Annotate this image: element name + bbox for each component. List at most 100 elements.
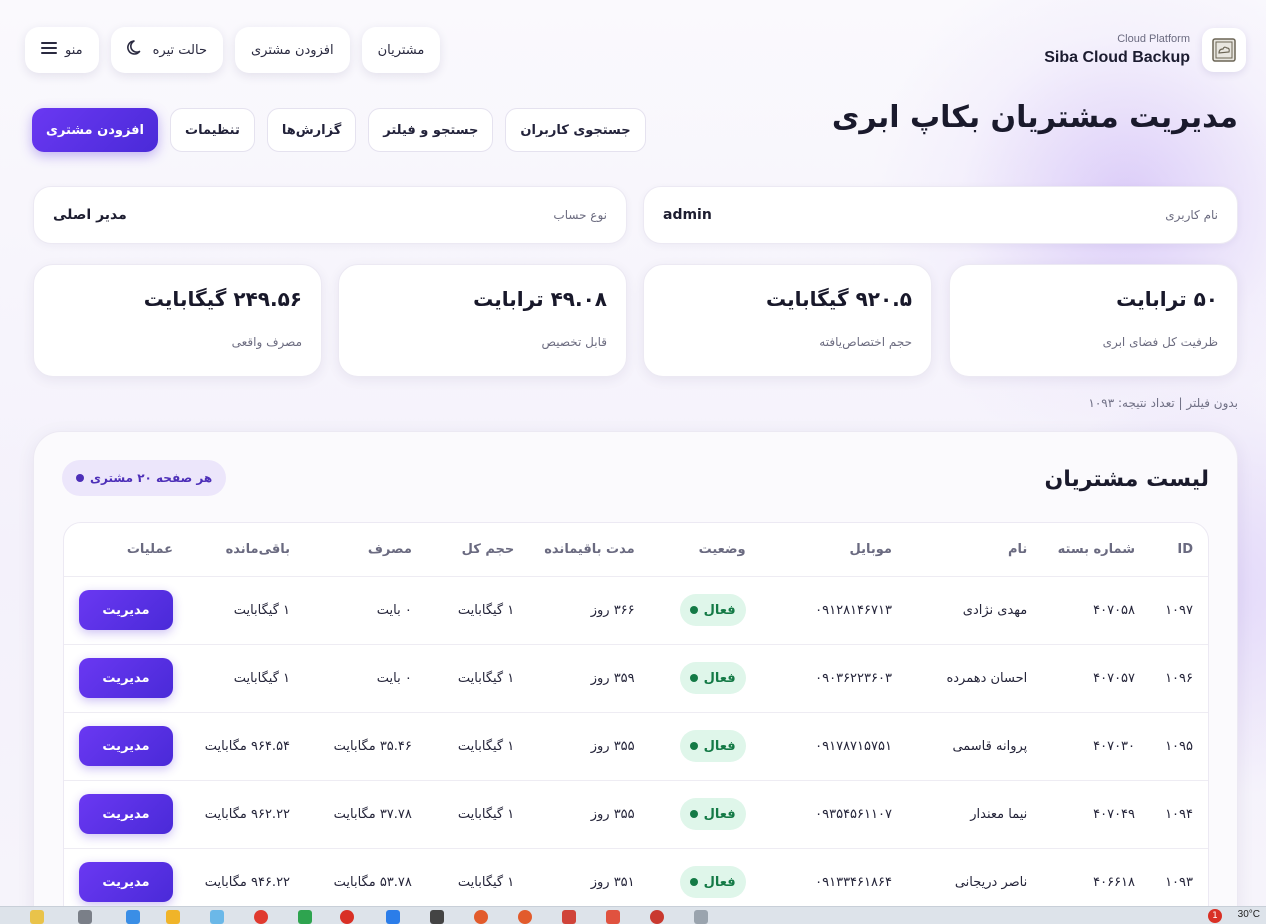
column-header-total: حجم کل	[426, 523, 530, 577]
cell-mobile: ۰۹۰۳۶۲۲۳۶۰۳	[760, 644, 907, 713]
status-badge: فعال	[679, 798, 746, 830]
cell-package: ۴۰۷۰۵۷	[1042, 644, 1151, 713]
brand: Cloud Platform Siba Cloud Backup	[1044, 28, 1246, 72]
page-title: مدیریت مشتریان بکاپ ابری	[831, 100, 1238, 135]
per-page-badge[interactable]: هر صفحه ۲۰ مشتری	[62, 460, 227, 496]
nav-add-customer-label: افزودن مشتری	[251, 42, 334, 58]
mail-icon[interactable]	[694, 910, 708, 924]
manage-button[interactable]: مدیریت	[79, 658, 173, 698]
dot-icon	[76, 474, 84, 482]
manage-button[interactable]: مدیریت	[79, 590, 173, 630]
menu-icon	[41, 42, 57, 58]
cell-total: ۱ گیگابایت	[426, 780, 530, 849]
stat-value: ۵۰ ترابایت	[1116, 287, 1218, 311]
taskbar-app-icon[interactable]	[298, 910, 312, 924]
username-label: نام کاربری	[1165, 208, 1218, 222]
manage-button[interactable]: مدیریت	[79, 862, 173, 902]
cell-actions: مدیریت	[64, 644, 188, 713]
cell-actions: مدیریت	[64, 780, 188, 849]
cell-left: ۹۶۴.۵۴ مگابایت	[188, 712, 306, 781]
stat-label: ظرفیت کل فضای ابری	[1102, 335, 1218, 349]
top-nav: منو حالت تیره افزودن مشتری مشتریان	[25, 27, 441, 73]
account-type-card: نوع حساب مدیر اصلی	[33, 186, 627, 244]
taskbar-app-icon[interactable]	[254, 910, 268, 924]
cell-mobile: ۰۹۱۲۸۱۴۶۷۱۳	[760, 576, 907, 645]
taskbar-app-icon[interactable]	[210, 910, 224, 924]
status-text: فعال	[703, 738, 736, 754]
search-users-button[interactable]: جستجوی کاربران	[505, 108, 646, 152]
os-taskbar: 1 30°C	[0, 906, 1266, 924]
cloud-box-icon	[1202, 28, 1246, 72]
cell-package: ۴۰۷۰۴۹	[1042, 780, 1151, 849]
cell-used: ۳۷.۷۸ مگابایت	[305, 780, 427, 849]
stat-label: حجم اختصاص‌یافته	[819, 335, 912, 349]
cell-package: ۴۰۷۰۵۸	[1042, 576, 1151, 645]
search-filter-button[interactable]: جستجو و فیلتر	[368, 108, 494, 152]
page: Cloud Platform Siba Cloud Backup منو حال…	[0, 0, 1266, 924]
cell-used: ۳۵.۴۶ مگابایت	[305, 712, 427, 781]
add-customer-button[interactable]: افزودن مشتری	[32, 108, 159, 152]
cell-mobile: ۰۹۳۵۴۵۶۱۱۰۷	[760, 780, 907, 849]
cell-total: ۱ گیگابایت	[426, 644, 530, 713]
column-header-status: وضعیت	[649, 523, 761, 577]
taskbar-app-icon[interactable]	[474, 910, 488, 924]
manage-button[interactable]: مدیریت	[79, 726, 173, 766]
menu-label: منو	[65, 42, 83, 58]
status-text: فعال	[703, 806, 736, 822]
menu-button[interactable]: منو	[25, 27, 99, 73]
table-row: ۱۰۹۶ ۴۰۷۰۵۷ احسان دهمرده ۰۹۰۳۶۲۲۳۶۰۳ فعا…	[64, 644, 1208, 713]
nav-customers[interactable]: مشتریان	[361, 27, 441, 73]
chrome-icon[interactable]	[340, 910, 354, 924]
table-row: ۱۰۹۷ ۴۰۷۰۵۸ مهدی نژادی ۰۹۱۲۸۱۴۶۷۱۳ فعال …	[64, 576, 1208, 645]
cell-remaining-days: ۳۵۵ روز	[529, 712, 650, 781]
brand-subtitle: Cloud Platform	[1117, 33, 1190, 45]
list-title: لیست مشتریان	[1044, 467, 1209, 492]
account-type-label: نوع حساب	[553, 208, 607, 222]
per-page-label: هر صفحه ۲۰ مشتری	[90, 471, 213, 485]
cell-status: فعال	[649, 780, 761, 849]
taskbar-app-icon[interactable]	[518, 910, 532, 924]
cell-used: ۰ بایت	[305, 644, 427, 713]
notification-badge[interactable]: 1	[1208, 909, 1222, 923]
status-dot-icon	[689, 742, 698, 750]
taskbar-app-icon[interactable]	[562, 910, 576, 924]
action-bar: افزودن مشتری تنظیمات گزارش‌ها جستجو و فی…	[32, 108, 646, 152]
cell-remaining-days: ۳۵۹ روز	[529, 644, 650, 713]
status-badge: فعال	[679, 866, 746, 898]
manage-button[interactable]: مدیریت	[79, 794, 173, 834]
cell-name: نیما معندار	[906, 780, 1043, 849]
cell-name: احسان دهمرده	[906, 644, 1043, 713]
dark-mode-toggle[interactable]: حالت تیره	[110, 27, 223, 73]
cell-left: ۱ گیگابایت	[188, 644, 306, 713]
taskbar-app-icon[interactable]	[606, 910, 620, 924]
column-header-package: شماره بسته	[1042, 523, 1151, 577]
cell-remaining-days: ۳۵۵ روز	[529, 780, 650, 849]
column-header-remaining-days: مدت باقیمانده	[529, 523, 650, 577]
stat-value: ۹۲۰.۵ گیگابایت	[765, 287, 912, 311]
status-dot-icon	[689, 878, 698, 886]
taskbar-app-icon[interactable]	[650, 910, 664, 924]
status-text: فعال	[703, 602, 736, 618]
username-value: admin	[663, 207, 712, 223]
column-header-left: باقی‌مانده	[188, 523, 306, 577]
nav-add-customer[interactable]: افزودن مشتری	[235, 27, 350, 73]
taskbar-app-icon[interactable]	[386, 910, 400, 924]
cell-used: ۰ بایت	[305, 576, 427, 645]
status-badge: فعال	[679, 594, 746, 626]
status-dot-icon	[689, 810, 698, 818]
stat-label: مصرف واقعی	[231, 335, 302, 349]
taskbar-app-icon[interactable]	[126, 910, 140, 924]
taskbar-app-icon[interactable]	[30, 910, 44, 924]
brand-title: Siba Cloud Backup	[1044, 49, 1190, 66]
table-header-row: ID شماره بسته نام موبایل وضعیت مدت باقیم…	[64, 523, 1208, 577]
settings-button[interactable]: تنظیمات	[170, 108, 255, 152]
cell-total: ۱ گیگابایت	[426, 576, 530, 645]
weather-temperature[interactable]: 30°C	[1238, 909, 1260, 920]
taskbar-app-icon[interactable]	[430, 910, 444, 924]
status-text: فعال	[703, 874, 736, 890]
reports-button[interactable]: گزارش‌ها	[266, 108, 357, 152]
stat-card-allocated: ۹۲۰.۵ گیگابایت حجم اختصاص‌یافته	[643, 264, 932, 377]
taskbar-app-icon[interactable]	[78, 910, 92, 924]
cell-left: ۹۶۲.۲۲ مگابایت	[188, 780, 306, 849]
folder-icon[interactable]	[166, 910, 180, 924]
